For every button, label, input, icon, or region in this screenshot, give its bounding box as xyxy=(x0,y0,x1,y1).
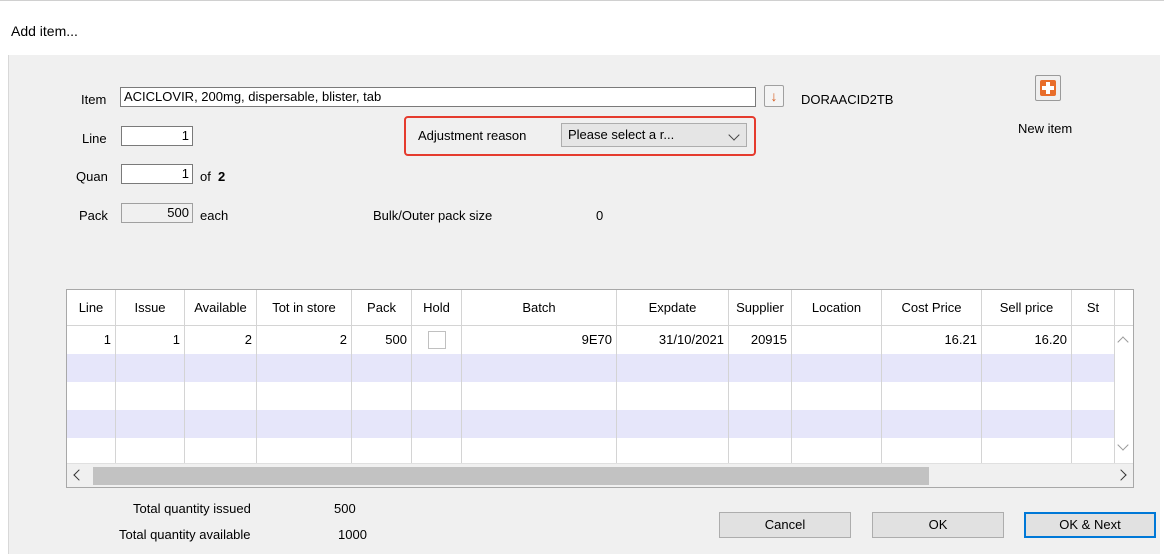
scroll-down-icon[interactable] xyxy=(1117,439,1129,451)
quan-field[interactable]: 1 xyxy=(121,164,193,184)
adjustment-reason-select[interactable]: Please select a r... xyxy=(561,123,747,147)
column-header-issue[interactable]: Issue xyxy=(116,290,185,326)
adjustment-reason-value: Please select a r... xyxy=(568,127,675,142)
scroll-left-icon[interactable] xyxy=(73,469,85,481)
cell-sell-price: 16.20 xyxy=(982,326,1072,354)
cell-cost-price: 16.21 xyxy=(882,326,982,354)
cell-supplier: 20915 xyxy=(729,326,792,354)
cell-issue[interactable]: 1 xyxy=(116,326,185,354)
chevron-down-icon xyxy=(728,129,740,141)
cell-st xyxy=(1072,326,1115,354)
table-row-empty xyxy=(67,382,1117,410)
table-row-empty xyxy=(67,354,1117,382)
total-issued-label: Total quantity issued xyxy=(133,501,251,516)
pack-field: 500 xyxy=(121,203,193,223)
total-issued-value: 500 xyxy=(334,501,356,516)
column-header-cost-price[interactable]: Cost Price xyxy=(882,290,982,326)
item-lookup-button[interactable]: ↓ xyxy=(764,85,784,107)
cell-pack: 500 xyxy=(352,326,412,354)
quan-of-label: of xyxy=(200,169,211,184)
column-header-pack[interactable]: Pack xyxy=(352,290,412,326)
total-available-value: 1000 xyxy=(338,527,367,542)
column-header-batch[interactable]: Batch xyxy=(462,290,617,326)
total-available-label: Total quantity available xyxy=(119,527,251,542)
new-item-label: New item xyxy=(1018,121,1073,136)
column-header-line[interactable]: Line xyxy=(67,290,116,326)
horizontal-scroll-thumb[interactable] xyxy=(93,467,929,485)
column-header-available[interactable]: Available xyxy=(185,290,257,326)
down-arrow-icon: ↓ xyxy=(770,88,778,104)
title-bar: Add item... xyxy=(0,0,1164,46)
adjustment-reason-label: Adjustment reason xyxy=(418,128,527,143)
batch-table[interactable]: Line Issue Available Tot in store Pack H… xyxy=(66,289,1134,488)
column-header-hold[interactable]: Hold xyxy=(412,290,462,326)
line-label: Line xyxy=(82,131,107,146)
cell-batch: 9E70 xyxy=(462,326,617,354)
column-header-expdate[interactable]: Expdate xyxy=(617,290,729,326)
column-header-supplier[interactable]: Supplier xyxy=(729,290,792,326)
cancel-button[interactable]: Cancel xyxy=(719,512,851,538)
horizontal-scrollbar[interactable] xyxy=(67,463,1133,487)
cell-expdate: 31/10/2021 xyxy=(617,326,729,354)
item-name-field[interactable]: ACICLOVIR, 200mg, dispersable, blister, … xyxy=(120,87,756,107)
pack-label: Pack xyxy=(79,208,108,223)
cell-hold xyxy=(412,326,462,354)
table-row-empty xyxy=(67,438,1117,463)
table-row[interactable]: 1 1 2 2 500 9E70 31/10/2021 20915 16.21 … xyxy=(67,326,1117,354)
ok-next-button[interactable]: OK & Next xyxy=(1024,512,1156,538)
quan-of-value: 2 xyxy=(218,169,226,184)
scroll-up-icon[interactable] xyxy=(1117,336,1129,348)
cell-tot-in-store: 2 xyxy=(257,326,352,354)
plus-icon xyxy=(1040,80,1056,96)
ok-button[interactable]: OK xyxy=(872,512,1004,538)
quan-label: Quan xyxy=(76,169,108,184)
bulk-pack-size-label: Bulk/Outer pack size xyxy=(373,208,493,223)
column-header-location[interactable]: Location xyxy=(792,290,882,326)
item-label: Item xyxy=(81,92,107,107)
table-header: Line Issue Available Tot in store Pack H… xyxy=(67,290,1133,326)
table-row-empty xyxy=(67,410,1117,438)
scroll-right-icon[interactable] xyxy=(1115,469,1127,481)
hold-checkbox[interactable] xyxy=(428,331,446,349)
column-header-st[interactable]: St xyxy=(1072,290,1115,326)
window-title: Add item... xyxy=(11,23,78,39)
cell-line: 1 xyxy=(67,326,116,354)
pack-unit: each xyxy=(200,208,229,223)
new-item-button[interactable] xyxy=(1035,75,1061,101)
bulk-pack-size-value: 0 xyxy=(596,208,604,223)
item-code: DORAACID2TB xyxy=(801,92,894,107)
vertical-scrollbar[interactable] xyxy=(1115,326,1133,463)
cell-location xyxy=(792,326,882,354)
cell-available: 2 xyxy=(185,326,257,354)
column-header-tot-in-store[interactable]: Tot in store xyxy=(257,290,352,326)
column-header-sell-price[interactable]: Sell price xyxy=(982,290,1072,326)
line-field[interactable]: 1 xyxy=(121,126,193,146)
